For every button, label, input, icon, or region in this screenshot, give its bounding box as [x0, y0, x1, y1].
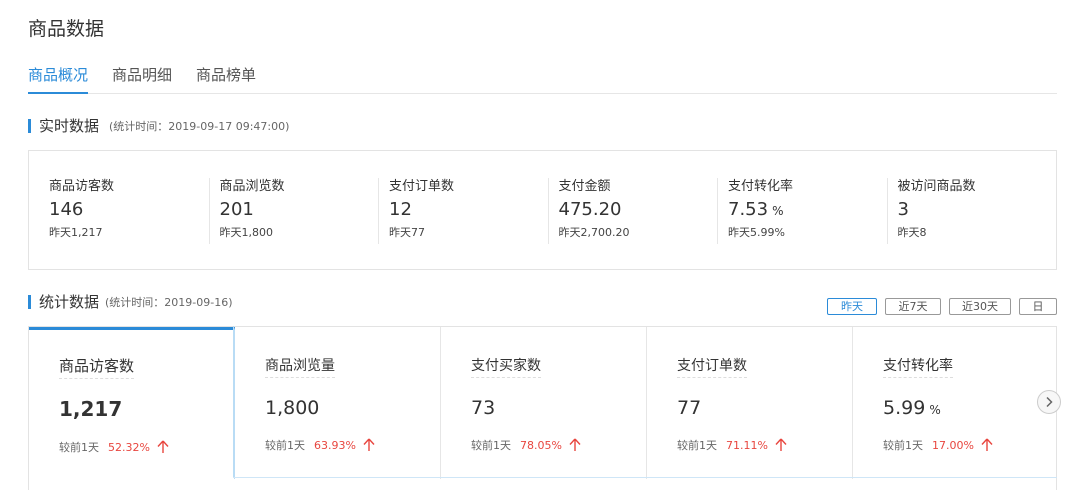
compare-label: 较前1天: [883, 439, 923, 452]
next-cards-button[interactable]: [1037, 390, 1061, 414]
stat-card[interactable]: 支付转化率 5.99% 较前1天 17.00%: [853, 327, 1056, 479]
compare-label: 较前1天: [59, 441, 99, 454]
realtime-item: 支付订单数 12 昨天77: [378, 178, 548, 244]
realtime-item-value: 7.53%: [728, 197, 887, 224]
chart-area-top-border: [233, 477, 1057, 478]
stats-panel: 商品访客数 1,217 较前1天 52.32% 商品浏览量 1,800 较前1天…: [28, 326, 1057, 490]
realtime-item: 支付转化率 7.53% 昨天5.99%: [717, 178, 887, 244]
realtime-item-label: 支付订单数: [389, 179, 455, 194]
realtime-item-yesterday: 昨天2,700.20: [558, 226, 630, 239]
realtime-item: 商品浏览数 201 昨天1,800: [208, 178, 379, 244]
value-number: 1,800: [265, 397, 320, 419]
realtime-item-yesterday: 昨天1,800: [219, 226, 274, 239]
realtime-item: 支付金额 475.20 昨天2,700.20: [547, 178, 718, 244]
tab-bar: 商品概况 商品明细 商品榜单: [28, 63, 1057, 94]
date-range-selector: 昨天 近7天 近30天 日: [827, 298, 1057, 315]
value-number: 7.53: [728, 199, 769, 220]
range-30days-button[interactable]: 近30天: [949, 298, 1011, 315]
tab-overview[interactable]: 商品概况: [28, 63, 89, 94]
section-marker: [28, 118, 31, 133]
realtime-item-yesterday: 昨天5.99%: [728, 226, 785, 239]
realtime-item-yesterday: 昨天77: [389, 226, 425, 239]
section-marker: [28, 294, 31, 309]
arrow-up-icon: [981, 438, 993, 451]
realtime-item-yesterday: 昨天8: [897, 226, 927, 239]
arrow-up-icon: [363, 438, 375, 451]
value-number: 201: [219, 199, 254, 220]
compare-label: 较前1天: [677, 439, 717, 452]
value-number: 12: [389, 199, 412, 220]
realtime-item-label: 支付转化率: [728, 179, 794, 194]
compare-change: 17.00%: [932, 438, 974, 452]
value-number: 475.20: [558, 199, 622, 220]
realtime-title: 实时数据: [39, 117, 100, 135]
stat-card-compare: 较前1天 17.00%: [883, 437, 1056, 453]
range-yesterday-button[interactable]: 昨天: [827, 298, 877, 315]
arrow-up-icon: [569, 438, 581, 451]
range-day-button[interactable]: 日: [1019, 298, 1057, 315]
stat-card-value: 73: [471, 396, 646, 422]
stat-card-compare: 较前1天 63.93%: [265, 437, 440, 453]
page-title: 商品数据: [28, 18, 105, 40]
stats-stat-time: (统计时间：2019-09-16): [105, 295, 233, 309]
compare-change: 78.05%: [520, 438, 562, 452]
realtime-item-label: 被访问商品数: [897, 179, 976, 194]
tab-detail[interactable]: 商品明细: [112, 63, 172, 94]
value-number: 146: [49, 199, 84, 220]
stat-card-compare: 较前1天 71.11%: [677, 437, 852, 453]
tab-ranking[interactable]: 商品榜单: [196, 63, 256, 94]
stat-card-label: 支付订单数: [677, 355, 747, 378]
stat-card-value: 1,217: [59, 397, 234, 424]
stat-card[interactable]: 商品浏览量 1,800 较前1天 63.93%: [235, 327, 441, 479]
stat-card-compare: 较前1天 78.05%: [471, 437, 646, 453]
stat-card[interactable]: 支付订单数 77 较前1天 71.11%: [647, 327, 853, 479]
arrow-up-icon: [775, 438, 787, 451]
realtime-item-value: 201: [220, 197, 379, 224]
range-7days-button[interactable]: 近7天: [885, 298, 941, 315]
value-number: 3: [897, 199, 909, 220]
realtime-item-value: 3: [898, 197, 1057, 224]
stat-card-value: 1,800: [265, 396, 440, 422]
chevron-right-icon: [1046, 396, 1053, 408]
stat-card-label: 支付买家数: [471, 355, 541, 378]
realtime-item: 商品访客数 146 昨天1,217: [39, 178, 209, 244]
realtime-item-value: 146: [49, 197, 209, 224]
stat-card[interactable]: 支付买家数 73 较前1天 78.05%: [441, 327, 647, 479]
stat-card-label: 商品访客数: [59, 355, 135, 379]
value-unit: %: [929, 403, 941, 417]
value-number: 73: [471, 397, 496, 419]
stat-card-label: 支付转化率: [883, 355, 953, 378]
realtime-item-label: 支付金额: [558, 179, 611, 194]
realtime-item: 被访问商品数 3 昨天8: [886, 178, 1057, 244]
stat-card-compare: 较前1天 52.32%: [59, 439, 234, 455]
compare-change: 63.93%: [314, 438, 356, 452]
realtime-item-value: 12: [389, 197, 548, 224]
value-number: 1,217: [59, 397, 123, 421]
compare-label: 较前1天: [265, 439, 305, 452]
realtime-item-value: 475.20: [559, 197, 718, 224]
realtime-stat-time: (统计时间：2019-09-17 09:47:00): [109, 119, 290, 133]
arrow-up-icon: [157, 440, 169, 453]
realtime-item-label: 商品访客数: [49, 179, 115, 194]
stat-card[interactable]: 商品访客数 1,217 较前1天 52.32%: [29, 327, 235, 479]
value-unit: %: [772, 204, 784, 218]
compare-label: 较前1天: [471, 439, 511, 452]
value-number: 5.99: [883, 397, 926, 419]
active-card-divider: [233, 326, 234, 478]
realtime-item-label: 商品浏览数: [219, 179, 285, 194]
compare-change: 71.11%: [726, 438, 768, 452]
stats-section-header: 统计数据 (统计时间：2019-09-16): [28, 291, 233, 312]
realtime-panel: 商品访客数 146 昨天1,217 商品浏览数 201 昨天1,800 支付订单…: [28, 150, 1057, 270]
compare-change: 52.32%: [108, 440, 150, 454]
value-number: 77: [677, 397, 702, 419]
stat-card-value: 77: [677, 396, 852, 422]
stats-title: 统计数据: [39, 293, 100, 311]
realtime-section-header: 实时数据 (统计时间：2019-09-17 09:47:00): [28, 115, 289, 136]
stat-card-value: 5.99%: [883, 396, 1056, 422]
stat-card-label: 商品浏览量: [265, 355, 335, 378]
realtime-item-yesterday: 昨天1,217: [49, 226, 103, 239]
